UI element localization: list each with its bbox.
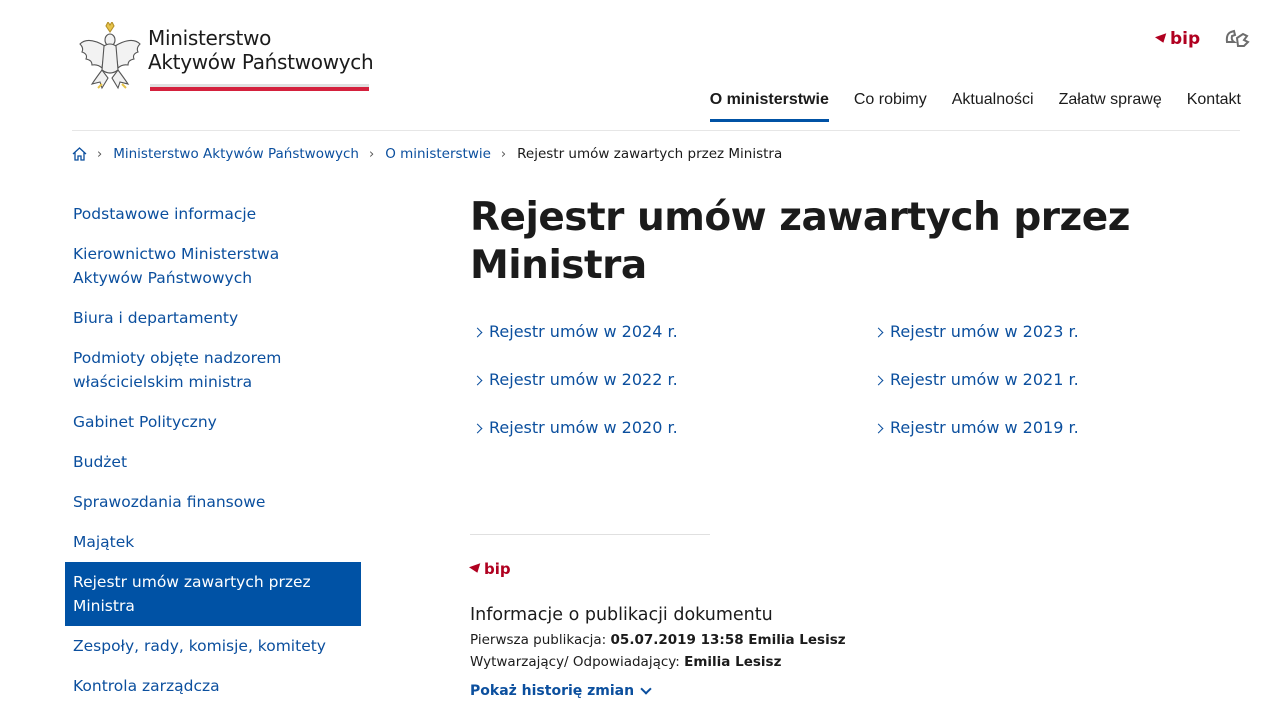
sidebar-item-rejestr-umow[interactable]: Rejestr umów zawartych przez Ministra: [65, 562, 361, 626]
main-nav: O ministerstwie Co robimy Aktualności Za…: [709, 91, 1241, 122]
logo-title: Ministerstwo Aktywów Państwowych: [148, 26, 374, 74]
bip-label: bip: [1170, 29, 1201, 49]
sidebar-item-majatek[interactable]: Majątek: [65, 530, 361, 554]
author-value: Emilia Lesisz: [684, 654, 782, 670]
nav-zalatw-sprawe[interactable]: Załatw sprawę: [1059, 91, 1162, 122]
sidebar-item-podstawowe-informacje[interactable]: Podstawowe informacje: [65, 202, 361, 226]
breadcrumb-item-map[interactable]: Ministerstwo Aktywów Państwowych: [113, 146, 359, 162]
link-label: Rejestr umów w 2021 r.: [890, 370, 1079, 389]
breadcrumb-item-o-ministerstwie[interactable]: O ministerstwie: [385, 146, 491, 162]
author-label: Wytwarzający/ Odpowiadający:: [470, 654, 680, 670]
link-label: Rejestr umów w 2022 r.: [489, 370, 678, 389]
link-label: Rejestr umów w 2024 r.: [489, 322, 678, 341]
bip-mark-icon: [1154, 33, 1170, 45]
header-divider: [72, 130, 1240, 131]
nav-o-ministerstwie[interactable]: O ministerstwie: [709, 91, 829, 122]
logo-line-2: Aktywów Państwowych: [148, 50, 374, 74]
show-history-button[interactable]: Pokaż historię zmian: [470, 683, 652, 699]
nav-kontakt[interactable]: Kontakt: [1187, 91, 1241, 122]
link-rejestr-2020[interactable]: Rejestr umów w 2020 r.: [470, 416, 871, 440]
nav-aktualnosci[interactable]: Aktualności: [952, 91, 1034, 122]
link-label: Rejestr umów w 2020 r.: [489, 418, 678, 437]
first-publication-label: Pierwsza publikacja:: [470, 632, 607, 648]
top-utility-icons: bip: [1154, 28, 1252, 50]
bip-mark-icon: [468, 563, 484, 575]
eagle-emblem-icon: [79, 22, 141, 90]
sidebar-item-kierownictwo[interactable]: Kierownictwo Ministerstwa Aktywów Państw…: [65, 242, 361, 290]
breadcrumb-separator-icon: ›: [97, 146, 103, 162]
link-label: Rejestr umów w 2023 r.: [890, 322, 1079, 341]
author-row: Wytwarzający/ Odpowiadający: Emilia Lesi…: [470, 654, 781, 670]
link-rejestr-2022[interactable]: Rejestr umów w 2022 r.: [470, 368, 871, 392]
bip-link[interactable]: bip: [1154, 29, 1201, 49]
sidebar-menu: Podstawowe informacje Kierownictwo Minis…: [65, 202, 361, 714]
chevron-right-icon: [472, 375, 483, 385]
sign-language-icon[interactable]: [1224, 28, 1252, 50]
breadcrumb-separator-icon: ›: [368, 146, 375, 162]
sidebar-item-budzet[interactable]: Budżet: [65, 450, 361, 474]
chevron-right-icon: [472, 423, 483, 433]
link-label: Rejestr umów w 2019 r.: [890, 418, 1079, 437]
link-rejestr-2023[interactable]: Rejestr umów w 2023 r.: [871, 320, 1191, 344]
content-divider: [470, 534, 710, 535]
first-publication-row: Pierwsza publikacja: 05.07.2019 13:58 Em…: [470, 632, 846, 648]
page-title: Rejestr umów zawartych przez Ministra: [470, 195, 1130, 288]
link-rejestr-2021[interactable]: Rejestr umów w 2021 r.: [871, 368, 1191, 392]
hands-icon: [1226, 29, 1250, 47]
sidebar-item-kontrola[interactable]: Kontrola zarządcza: [65, 674, 361, 698]
sidebar-item-zespoly[interactable]: Zespoły, rady, komisje, komitety: [65, 634, 361, 658]
bip-badge-label: bip: [484, 560, 511, 578]
chevron-right-icon: [873, 375, 884, 385]
logo-line-1: Ministerstwo: [148, 26, 272, 50]
home-icon[interactable]: [72, 147, 87, 161]
link-rejestr-2024[interactable]: Rejestr umów w 2024 r.: [470, 320, 871, 344]
chevron-right-icon: [873, 423, 884, 433]
show-history-label: Pokaż historię zmian: [470, 683, 635, 699]
breadcrumb-separator-icon: ›: [500, 146, 507, 162]
register-links: Rejestr umów w 2024 r. Rejestr umów w 20…: [470, 320, 1190, 440]
link-rejestr-2019[interactable]: Rejestr umów w 2019 r.: [871, 416, 1191, 440]
first-publication-value: 05.07.2019 13:58 Emilia Lesisz: [610, 632, 846, 648]
sidebar-item-podmioty[interactable]: Podmioty objęte nadzorem właścicielskim …: [65, 346, 361, 394]
chevron-right-icon: [873, 327, 884, 337]
nav-co-robimy[interactable]: Co robimy: [854, 91, 927, 122]
sidebar-item-gabinet[interactable]: Gabinet Polityczny: [65, 410, 361, 434]
chevron-down-icon: [640, 683, 652, 695]
breadcrumb: › Ministerstwo Aktywów Państwowych › O m…: [72, 146, 782, 162]
publication-info-title: Informacje o publikacji dokumentu: [470, 605, 773, 625]
bip-badge: bip: [468, 560, 511, 578]
chevron-right-icon: [472, 327, 483, 337]
breadcrumb-current: Rejestr umów zawartych przez Ministra: [517, 146, 783, 162]
ministry-logo[interactable]: Ministerstwo Aktywów Państwowych: [78, 22, 378, 94]
flag-red-stripe: [150, 87, 369, 91]
sidebar-item-sprawozdania[interactable]: Sprawozdania finansowe: [65, 490, 361, 514]
sidebar-item-biura[interactable]: Biura i departamenty: [65, 306, 361, 330]
